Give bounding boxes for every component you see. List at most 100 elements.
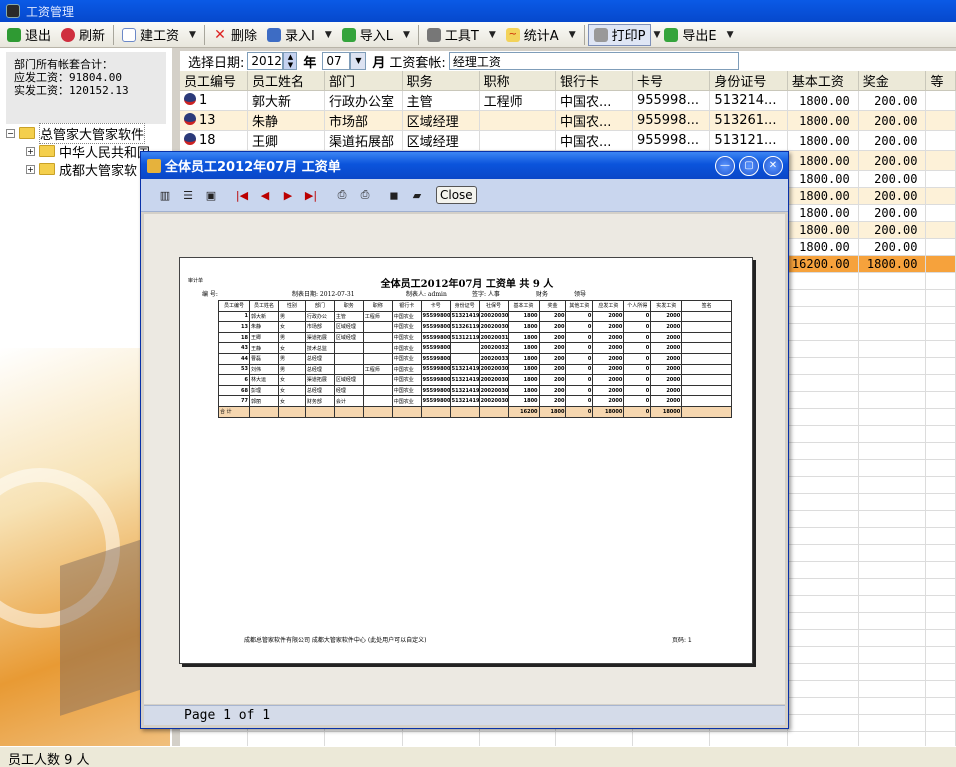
report-cell: 0 bbox=[623, 352, 652, 365]
save-icon[interactable]: ◼ bbox=[384, 185, 404, 205]
summary-net: 实发工资：120152.13 bbox=[14, 84, 129, 97]
report-row: 18 王卿男渠道拓展 区域经理 中国农业 95599800 51312119 2002003… bbox=[217, 331, 732, 344]
report-icon bbox=[147, 158, 161, 173]
report-cell: 0 bbox=[565, 310, 594, 323]
preview-close-button[interactable]: Close bbox=[436, 186, 477, 204]
table-row[interactable]: 1 郭大新 行政办公室 主管 工程师 中国农... 955998... 513214... 18… bbox=[180, 90, 956, 111]
wrench-icon bbox=[426, 27, 441, 42]
report-header-cell: 实发工资 bbox=[650, 300, 683, 312]
report-row: 13 朱静女市场部 区域经理 中国农业 95599800 51326119 20020030… bbox=[217, 321, 732, 333]
printer-icon[interactable]: ⎙ bbox=[355, 185, 375, 205]
maximize-icon[interactable]: ▢ bbox=[739, 156, 759, 176]
build-salary-button[interactable]: 建工资 ▼ bbox=[117, 24, 201, 46]
table-cell: 200.00 bbox=[858, 221, 927, 239]
report-header-cell: 奖金 bbox=[538, 300, 567, 312]
report-cell: 2000 bbox=[592, 352, 625, 365]
toolbar-separator bbox=[583, 24, 585, 45]
grid-header-cell[interactable]: 职称 bbox=[479, 71, 556, 91]
table-cell: 513214... bbox=[709, 90, 788, 111]
export-button[interactable]: ▼ 导出E ▼ bbox=[651, 24, 738, 46]
report-cell bbox=[681, 321, 732, 333]
report-cell bbox=[681, 363, 732, 376]
report-cell: 95599800 bbox=[420, 321, 451, 333]
report-cell: 2000 bbox=[650, 321, 683, 333]
grid-header-cell[interactable]: 基本工资 bbox=[787, 71, 859, 91]
report-cell: 会计 bbox=[333, 395, 364, 407]
report-cell: 13 bbox=[217, 321, 251, 333]
print-setup-icon[interactable]: ⎙ bbox=[332, 185, 352, 205]
report-cell: 95599800 bbox=[420, 342, 451, 354]
minimize-icon[interactable]: — bbox=[715, 156, 735, 176]
report-cell: 财务部 bbox=[304, 395, 335, 407]
preview-page-area[interactable]: 审计单 编 号: 全体员工2012年07月 工资单 共 9 人 制表日期: 20… bbox=[144, 214, 785, 704]
empty-row bbox=[180, 731, 956, 746]
report-cell: 95599800 bbox=[420, 384, 451, 397]
grid-header-cell[interactable]: 身份证号 bbox=[709, 71, 788, 91]
grid-header-cell[interactable]: 员工姓名 bbox=[247, 71, 325, 91]
grid-header-cell[interactable]: 等 bbox=[925, 71, 956, 91]
total-cell: 16200.00 bbox=[787, 255, 859, 273]
report-cell: 2000 bbox=[592, 363, 625, 376]
tools-button[interactable]: 工具T ▼ bbox=[422, 24, 501, 46]
table-row[interactable]: 18 王卿 渠道拓展部 区域经理 中国农... 955998... 513121... 180… bbox=[180, 130, 956, 151]
report-cell: 0 bbox=[565, 331, 594, 344]
grid-header-cell[interactable]: 卡号 bbox=[632, 71, 711, 91]
report-cell: 女 bbox=[277, 395, 306, 407]
table-cell: 1 bbox=[180, 90, 248, 111]
grid-header-cell[interactable]: 职务 bbox=[402, 71, 480, 91]
report-row: 1 郭大新男行政办公 主管 工程师 中国农业 95599800 51321419 200200… bbox=[217, 310, 732, 323]
exit-button[interactable]: 退出 bbox=[2, 24, 56, 46]
next-page-icon[interactable]: ▶ bbox=[278, 185, 298, 205]
page-width-icon[interactable]: ☰ bbox=[178, 185, 198, 205]
month-unit: 月 bbox=[372, 55, 386, 71]
report-total-cell bbox=[249, 405, 279, 418]
import-button[interactable]: 导入L ▼ bbox=[337, 24, 415, 46]
chart-icon: ~ bbox=[505, 27, 520, 42]
report-row: 77 郭丽女财务部 会计 中国农业 95599800 51321419 20020030 18… bbox=[217, 395, 732, 407]
grid-header-cell[interactable]: 银行卡 bbox=[555, 71, 633, 91]
tree-node-root[interactable]: − 总管家大管家软件 bbox=[6, 122, 166, 144]
collapse-icon[interactable]: − bbox=[6, 128, 15, 138]
whole-page-icon[interactable]: ▥ bbox=[155, 185, 175, 205]
salary-set-select[interactable]: 经理工资 bbox=[448, 52, 739, 70]
open-icon[interactable]: ▰ bbox=[407, 185, 427, 205]
expand-icon[interactable]: + bbox=[26, 164, 35, 174]
table-cell: 513121... bbox=[709, 130, 788, 151]
summary-heading: 部门所有帐套合计： bbox=[14, 58, 113, 71]
document-icon bbox=[122, 27, 137, 42]
export-icon bbox=[664, 27, 679, 42]
last-page-icon[interactable]: ▶| bbox=[301, 185, 321, 205]
delete-button[interactable]: ✕ 删除 bbox=[208, 24, 262, 46]
report-header-cell: 性别 bbox=[277, 300, 306, 312]
close-icon[interactable]: ✕ bbox=[763, 156, 783, 176]
enter-button[interactable]: 录入I ▼ bbox=[262, 24, 337, 46]
report-cell: 男 bbox=[277, 363, 306, 376]
stats-button[interactable]: ~ 统计A ▼ bbox=[501, 24, 581, 46]
folder-icon bbox=[39, 163, 55, 175]
report-cell: 200 bbox=[538, 342, 567, 354]
print-button[interactable]: 打印P bbox=[587, 23, 652, 46]
month-select[interactable]: 07 bbox=[322, 52, 351, 70]
report-header-cell: 员工编号 bbox=[217, 300, 251, 312]
zoom-100-icon[interactable]: ▣ bbox=[201, 185, 221, 205]
report-header-cell: 职称 bbox=[362, 300, 393, 312]
year-spinner[interactable]: ▲ ▼ bbox=[283, 52, 298, 70]
report-cell: 0 bbox=[565, 321, 594, 333]
report-cell: 1800 bbox=[507, 363, 540, 376]
expand-icon[interactable]: + bbox=[26, 146, 35, 156]
prev-page-icon[interactable]: ◀ bbox=[255, 185, 275, 205]
grid-header-cell[interactable]: 奖金 bbox=[858, 71, 927, 91]
grid-header-cell[interactable]: 员工编号 bbox=[180, 71, 248, 91]
report-cell bbox=[681, 384, 732, 397]
year-input[interactable]: 2012 bbox=[247, 52, 284, 70]
first-page-icon[interactable]: |◀ bbox=[232, 185, 252, 205]
refresh-button[interactable]: 刷新 bbox=[56, 24, 110, 46]
report-cell: 2000 bbox=[592, 310, 625, 323]
table-cell: 955998... bbox=[632, 130, 711, 151]
report-cell: 20020030 bbox=[478, 374, 509, 386]
table-row[interactable]: 13 朱静 市场部 区域经理 中国农... 955998... 513261... 1800.… bbox=[180, 110, 956, 131]
report-cell: 1800 bbox=[507, 374, 540, 386]
chevron-down-icon[interactable]: ▼ bbox=[350, 52, 367, 70]
grid-header-cell[interactable]: 部门 bbox=[324, 71, 403, 91]
report-cell: 1800 bbox=[507, 384, 540, 397]
